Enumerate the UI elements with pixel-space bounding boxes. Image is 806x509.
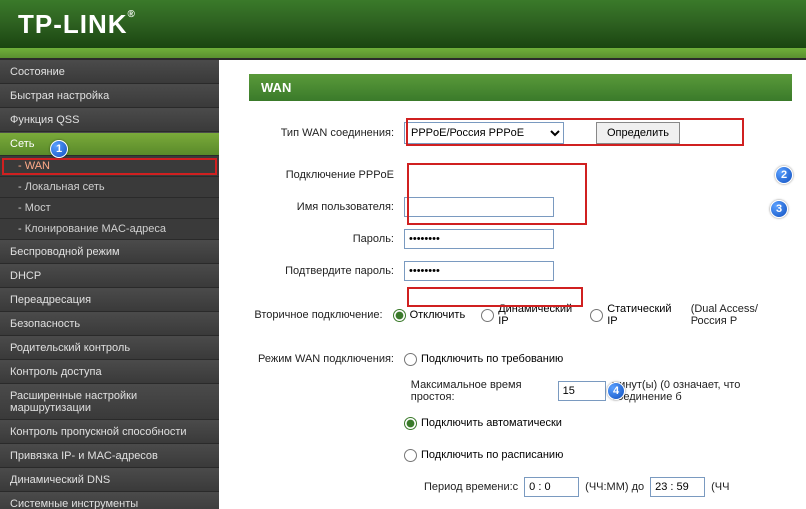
sidebar-item-6[interactable]: - Мост xyxy=(0,198,219,219)
sidebar-item-11[interactable]: Безопасность xyxy=(0,312,219,336)
wan-type-label: Тип WAN соединения: xyxy=(249,127,404,139)
sidebar-item-18[interactable]: Системные инструменты xyxy=(0,492,219,509)
sidebar-item-4[interactable]: - WAN xyxy=(0,156,219,177)
username-input[interactable] xyxy=(404,197,554,217)
sidebar-item-16[interactable]: Привязка IP- и MAC-адресов xyxy=(0,444,219,468)
username-label: Имя пользователя: xyxy=(249,201,404,213)
max-idle-input[interactable] xyxy=(558,381,606,401)
sidebar-item-5[interactable]: - Локальная сеть xyxy=(0,177,219,198)
max-idle-label: Максимальное время простоя: xyxy=(411,379,552,403)
annotation-badge-2: 2 xyxy=(775,166,793,184)
wan-type-select[interactable]: PPPoE/Россия PPPoE xyxy=(404,122,564,144)
sidebar-item-2[interactable]: Функция QSS xyxy=(0,108,219,132)
sidebar-item-14[interactable]: Расширенные настройки маршрутизации xyxy=(0,384,219,420)
period-to-input[interactable] xyxy=(650,477,705,497)
sidebar-item-9[interactable]: DHCP xyxy=(0,264,219,288)
section-title: WAN xyxy=(249,74,792,101)
sidebar-item-0[interactable]: Состояние xyxy=(0,60,219,84)
logo: TP-LINK® xyxy=(18,9,136,40)
period-label: Период времени:с xyxy=(424,481,518,493)
radio-static[interactable]: Статический IP xyxy=(590,303,674,327)
period-mid: (ЧЧ:ММ) до xyxy=(585,481,644,493)
period-from-input[interactable] xyxy=(524,477,579,497)
max-idle-unit: минут(ы) (0 означает, что соединение б xyxy=(612,379,792,403)
secondary-note: (Dual Access/Россия P xyxy=(691,303,792,327)
sidebar-item-10[interactable]: Переадресация xyxy=(0,288,219,312)
radio-mode-auto[interactable]: Подключить автоматически xyxy=(404,417,562,430)
confirm-label: Подтвердите пароль: xyxy=(249,265,404,277)
header-strip xyxy=(0,48,806,58)
header: TP-LINK® xyxy=(0,0,806,48)
sidebar-item-8[interactable]: Беспроводной режим xyxy=(0,240,219,264)
detect-button[interactable]: Определить xyxy=(596,122,680,144)
secondary-label: Вторичное подключение: xyxy=(249,309,393,321)
period-end: (ЧЧ xyxy=(711,481,729,493)
sidebar-item-1[interactable]: Быстрая настройка xyxy=(0,84,219,108)
annotation-badge-3: 3 xyxy=(770,200,788,218)
password-input[interactable] xyxy=(404,229,554,249)
sidebar-item-7[interactable]: - Клонирование MAC-адреса xyxy=(0,219,219,240)
sidebar-item-12[interactable]: Родительский контроль xyxy=(0,336,219,360)
radio-mode-demand[interactable]: Подключить по требованию xyxy=(404,353,563,366)
sidebar: СостояниеБыстрая настройкаФункция QSSСет… xyxy=(0,60,219,509)
radio-mode-schedule[interactable]: Подключить по расписанию xyxy=(404,449,563,462)
pppoe-heading: Подключение PPPoE xyxy=(249,169,404,181)
sidebar-item-13[interactable]: Контроль доступа xyxy=(0,360,219,384)
radio-dynamic[interactable]: Динамический IP xyxy=(481,303,574,327)
sidebar-item-17[interactable]: Динамический DNS xyxy=(0,468,219,492)
main-panel: WAN Тип WAN соединения: PPPoE/Россия PPP… xyxy=(219,60,806,509)
radio-disable[interactable]: Отключить xyxy=(393,309,466,322)
annotation-badge-1: 1 xyxy=(50,140,68,158)
sidebar-item-15[interactable]: Контроль пропускной способности xyxy=(0,420,219,444)
confirm-password-input[interactable] xyxy=(404,261,554,281)
password-label: Пароль: xyxy=(249,233,404,245)
annotation-badge-4: 4 xyxy=(607,382,625,400)
sidebar-item-3[interactable]: Сеть xyxy=(0,132,219,156)
wan-mode-label: Режим WAN подключения: xyxy=(249,353,404,365)
